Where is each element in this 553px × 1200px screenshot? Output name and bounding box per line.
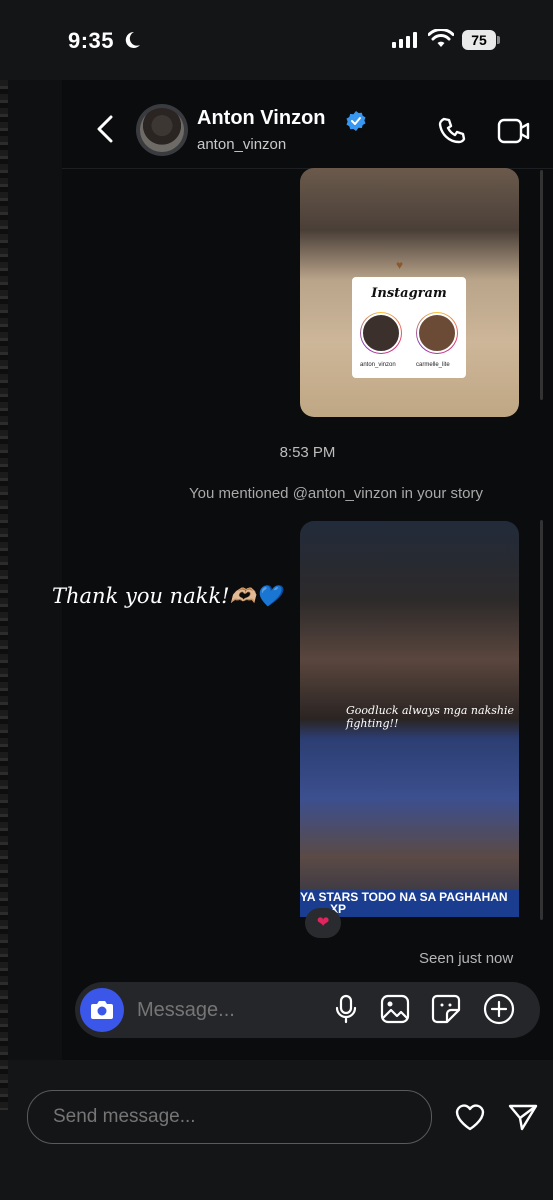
mention-note: You mentioned @anton_vinzon in your stor… (189, 485, 484, 502)
message-timestamp: 8:53 PM (279, 444, 336, 461)
heart-icon[interactable] (454, 1102, 486, 1132)
battery-indicator: 75 (462, 30, 496, 50)
back-icon[interactable] (92, 113, 120, 145)
message-input[interactable] (137, 997, 307, 1023)
story-caption: Goodluck always mga nakshie fighting!! (346, 704, 514, 730)
seen-status: Seen just now (419, 950, 514, 967)
camera-button[interactable] (80, 988, 124, 1032)
background-story-edge (0, 80, 8, 1110)
mention-avatar-2 (416, 312, 458, 354)
mention-label-2: carmelle_lite (416, 362, 450, 368)
mention-avatar-1 (360, 312, 402, 354)
moon-icon (125, 31, 140, 48)
send-icon[interactable] (507, 1102, 539, 1132)
sticker-icon[interactable] (431, 994, 461, 1024)
battery-tip (497, 36, 500, 44)
contact-name[interactable]: Anton Vinzon (197, 107, 326, 130)
contact-handle[interactable]: anton_vinzon (197, 136, 286, 153)
phone-icon[interactable] (437, 116, 467, 146)
story-overlay-text: Thank you nakk!🫶🏼💙 (52, 584, 282, 608)
gallery-icon[interactable] (380, 994, 410, 1024)
signal-icon (392, 32, 417, 48)
send-message-input[interactable] (53, 1105, 353, 1129)
status-time: 9:35 (68, 28, 115, 53)
heart-icon: ♥ (396, 258, 404, 272)
plus-icon[interactable] (483, 993, 515, 1025)
scroll-indicator (540, 170, 543, 400)
mention-label-1: anton_vinzon (360, 362, 396, 368)
camera-icon (91, 1001, 113, 1019)
scroll-indicator (540, 520, 543, 920)
dm-side-panel (8, 80, 64, 1060)
mic-icon[interactable] (333, 994, 359, 1024)
video-icon[interactable] (497, 117, 531, 145)
wifi-icon (428, 29, 454, 47)
instagram-card-title: Instagram (371, 286, 447, 301)
verified-icon (346, 111, 366, 131)
heart-reaction[interactable]: ❤ (305, 908, 341, 938)
avatar[interactable] (140, 108, 184, 152)
